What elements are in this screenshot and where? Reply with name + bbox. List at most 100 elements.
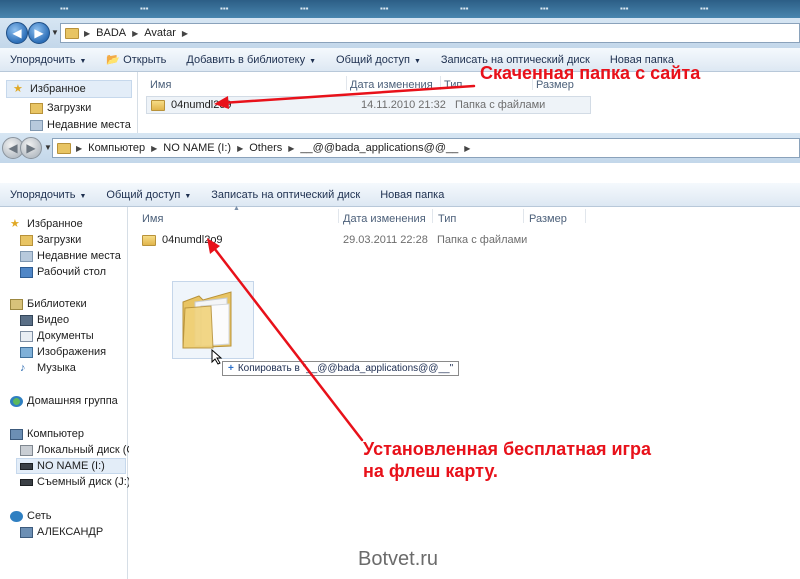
nav-local-disk[interactable]: Локальный диск (C:) <box>20 442 141 458</box>
nav-network[interactable]: Сеть <box>10 508 51 524</box>
chevron-down-icon: ▼ <box>309 57 317 65</box>
nav-favorites[interactable]: ★ Избранное <box>10 216 83 232</box>
column-divider <box>585 209 586 223</box>
annotation-downloaded: Скаченная папка с сайта <box>480 63 701 83</box>
drag-preview <box>172 281 254 359</box>
organize-button[interactable]: Упорядочить ▼ <box>0 54 96 66</box>
nav-no-name-drive[interactable]: NO NAME (I:) <box>16 458 126 474</box>
nav-label: Съемный диск (J:) <box>37 476 131 488</box>
column-type[interactable]: Тип <box>444 79 462 91</box>
recent-places-icon <box>20 250 33 262</box>
add-to-library-button[interactable]: Добавить в библиотеку ▼ <box>176 54 326 66</box>
address-bar[interactable]: ▶ Компьютер ▶ NO NAME (I:) ▶ Others ▶ __… <box>52 138 800 158</box>
column-name[interactable]: Имя <box>142 213 163 225</box>
nav-removable-disk[interactable]: Съемный диск (J:) <box>20 474 131 490</box>
breadcrumb-separator: ▶ <box>151 143 158 153</box>
file-list: Имя ▲ Дата изменения Тип Размер 04numdl2… <box>129 205 800 579</box>
breadcrumb-item[interactable]: Компьютер <box>88 142 145 154</box>
breadcrumb-separator: ▶ <box>132 28 139 38</box>
nav-label: Домашняя группа <box>27 395 118 407</box>
nav-label: Видео <box>37 314 70 326</box>
file-row[interactable]: 04numdl2o9 29.03.2011 22:28 Папка с файл… <box>142 231 582 249</box>
drag-tooltip-text: Копировать в "__@@bada_applications@@__" <box>237 363 454 374</box>
new-folder-button[interactable]: Новая папка <box>370 189 454 201</box>
removable-drive-icon <box>20 478 33 486</box>
breadcrumb-separator: ▶ <box>464 143 471 153</box>
folder-open-icon: 📂 <box>106 54 121 66</box>
homegroup-icon <box>10 395 23 407</box>
breadcrumb-separator: ▶ <box>237 143 244 153</box>
nav-label: Музыка <box>37 362 76 374</box>
downloads-folder-icon <box>30 102 43 114</box>
back-button[interactable]: ◀ <box>6 22 28 44</box>
downloads-folder-icon <box>20 234 33 246</box>
breadcrumb-item[interactable]: BADA <box>96 27 126 39</box>
nav-favorites[interactable]: ★ Избранное <box>6 80 132 98</box>
nav-pc[interactable]: АЛЕКСАНДР <box>20 524 103 540</box>
nav-label: Документы <box>37 330 94 342</box>
nav-recent[interactable]: Недавние места <box>20 248 121 264</box>
share-button[interactable]: Общий доступ ▼ <box>326 54 431 66</box>
nav-documents[interactable]: Документы <box>20 328 94 344</box>
nav-libraries[interactable]: Библиотеки <box>10 296 87 312</box>
chevron-down-icon: ▼ <box>79 192 87 200</box>
chevron-down-icon: ▼ <box>413 57 421 65</box>
nav-music[interactable]: ♪ Музыка <box>20 360 76 376</box>
usb-drive-icon <box>20 462 33 470</box>
recent-places-icon <box>30 119 43 131</box>
file-list: Имя Дата изменения Тип Размер 04numdl2o9… <box>139 72 800 136</box>
nav-desktop[interactable]: Рабочий стол <box>20 264 106 280</box>
nav-label: Локальный диск (C:) <box>37 444 142 456</box>
column-date[interactable]: Дата изменения <box>350 79 433 91</box>
breadcrumb-separator: ▶ <box>288 143 295 153</box>
nav-video[interactable]: Видео <box>20 312 69 328</box>
nav-computer[interactable]: Компьютер <box>10 426 84 442</box>
file-row[interactable]: 04numdl2o9 14.11.2010 21:32 Папка с файл… <box>146 96 591 114</box>
history-dropdown-icon[interactable]: ▼ <box>51 28 59 37</box>
video-icon <box>20 314 33 326</box>
nav-downloads[interactable]: Загрузки <box>20 232 81 248</box>
column-divider <box>346 76 347 90</box>
address-bar[interactable]: ▶ BADA ▶ Avatar ▶ <box>60 23 800 43</box>
column-date[interactable]: Дата изменения <box>343 213 426 225</box>
hard-drive-icon <box>20 444 33 456</box>
file-name: 04numdl2o9 <box>171 99 232 111</box>
breadcrumb-item[interactable]: Avatar <box>144 27 176 39</box>
burn-button[interactable]: Записать на оптический диск <box>201 189 370 201</box>
nav-homegroup[interactable]: Домашняя группа <box>10 393 118 409</box>
forward-button[interactable]: ▶ <box>20 137 42 159</box>
open-button[interactable]: 📂 Открыть <box>96 53 176 66</box>
computer-icon <box>20 526 33 538</box>
breadcrumb-item[interactable]: Others <box>249 142 282 154</box>
nav-recent[interactable]: Недавние места <box>30 117 131 133</box>
nav-downloads[interactable]: Загрузки <box>30 100 91 116</box>
file-date: 14.11.2010 21:32 <box>361 99 446 111</box>
breadcrumb-item[interactable]: __@@bada_applications@@__ <box>300 142 458 154</box>
share-button[interactable]: Общий доступ ▼ <box>96 189 201 201</box>
folder-icon <box>142 234 156 246</box>
organize-button[interactable]: Упорядочить ▼ <box>0 189 96 201</box>
file-date: 29.03.2011 22:28 <box>343 234 428 246</box>
history-dropdown-icon[interactable]: ▼ <box>44 143 52 152</box>
breadcrumb-separator: ▶ <box>76 143 83 153</box>
column-size[interactable]: Размер <box>529 213 567 225</box>
nav-label: Изображения <box>37 346 107 358</box>
column-name[interactable]: Имя <box>150 79 171 91</box>
explorer-window-main: ◀ ▶ ▼ ▶ Компьютер ▶ NO NAME (I:) ▶ Other… <box>0 133 800 579</box>
file-type: Папка с файлами <box>455 99 546 111</box>
breadcrumb-item[interactable]: NO NAME (I:) <box>163 142 231 154</box>
nav-label: NO NAME (I:) <box>37 460 105 472</box>
nav-label: Избранное <box>30 83 86 95</box>
nav-label: Загрузки <box>47 102 92 114</box>
forward-button[interactable]: ▶ <box>28 22 50 44</box>
nav-images[interactable]: Изображения <box>20 344 106 360</box>
column-divider <box>523 209 524 223</box>
column-divider <box>338 209 339 223</box>
music-icon: ♪ <box>20 361 26 374</box>
folder-icon <box>57 142 71 154</box>
plus-icon: + <box>228 363 234 374</box>
column-type[interactable]: Тип <box>438 213 456 225</box>
desktop-icon <box>20 266 33 278</box>
nav-label: Рабочий стол <box>37 266 107 278</box>
images-icon <box>20 346 33 358</box>
